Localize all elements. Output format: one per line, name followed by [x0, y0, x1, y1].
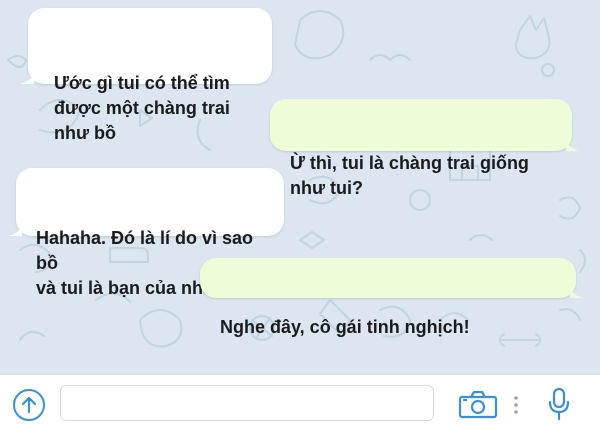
message-list: Ước gì tui có thể tìm được một chàng tra… — [0, 0, 600, 374]
upload-icon — [21, 396, 37, 414]
message-text: Ừ thì, tui là chàng trai giống như tui? — [290, 153, 529, 198]
more-options-button[interactable] — [510, 393, 522, 417]
microphone-icon — [548, 387, 570, 421]
bubble-tail — [566, 137, 580, 151]
camera-icon — [458, 390, 498, 419]
camera-button[interactable] — [458, 390, 498, 419]
incoming-message: Ước gì tui có thể tìm được một chàng tra… — [20, 8, 272, 143]
outgoing-message: Nghe đây, cô gái tinh nghịch! — [200, 258, 584, 337]
message-input[interactable] — [60, 385, 434, 421]
outgoing-message: Ừ thì, tui là chàng trai giống như tui? — [270, 99, 580, 198]
attach-button[interactable] — [13, 389, 45, 421]
bubble-tail — [20, 70, 34, 84]
message-text: Ước gì tui có thể tìm được một chàng tra… — [54, 73, 230, 143]
message-text: Nghe đây, cô gái tinh nghịch! — [220, 317, 470, 337]
voice-message-button[interactable] — [547, 387, 571, 421]
message-input-bar — [0, 374, 600, 432]
bubble-tail — [8, 222, 22, 236]
incoming-message: Hahaha. Đó là lí do vì sao bồ và tui là … — [8, 168, 284, 298]
bubble-tail — [570, 284, 584, 298]
more-vertical-icon — [514, 396, 518, 414]
chat-screen: Ước gì tui có thể tìm được một chàng tra… — [0, 0, 600, 432]
